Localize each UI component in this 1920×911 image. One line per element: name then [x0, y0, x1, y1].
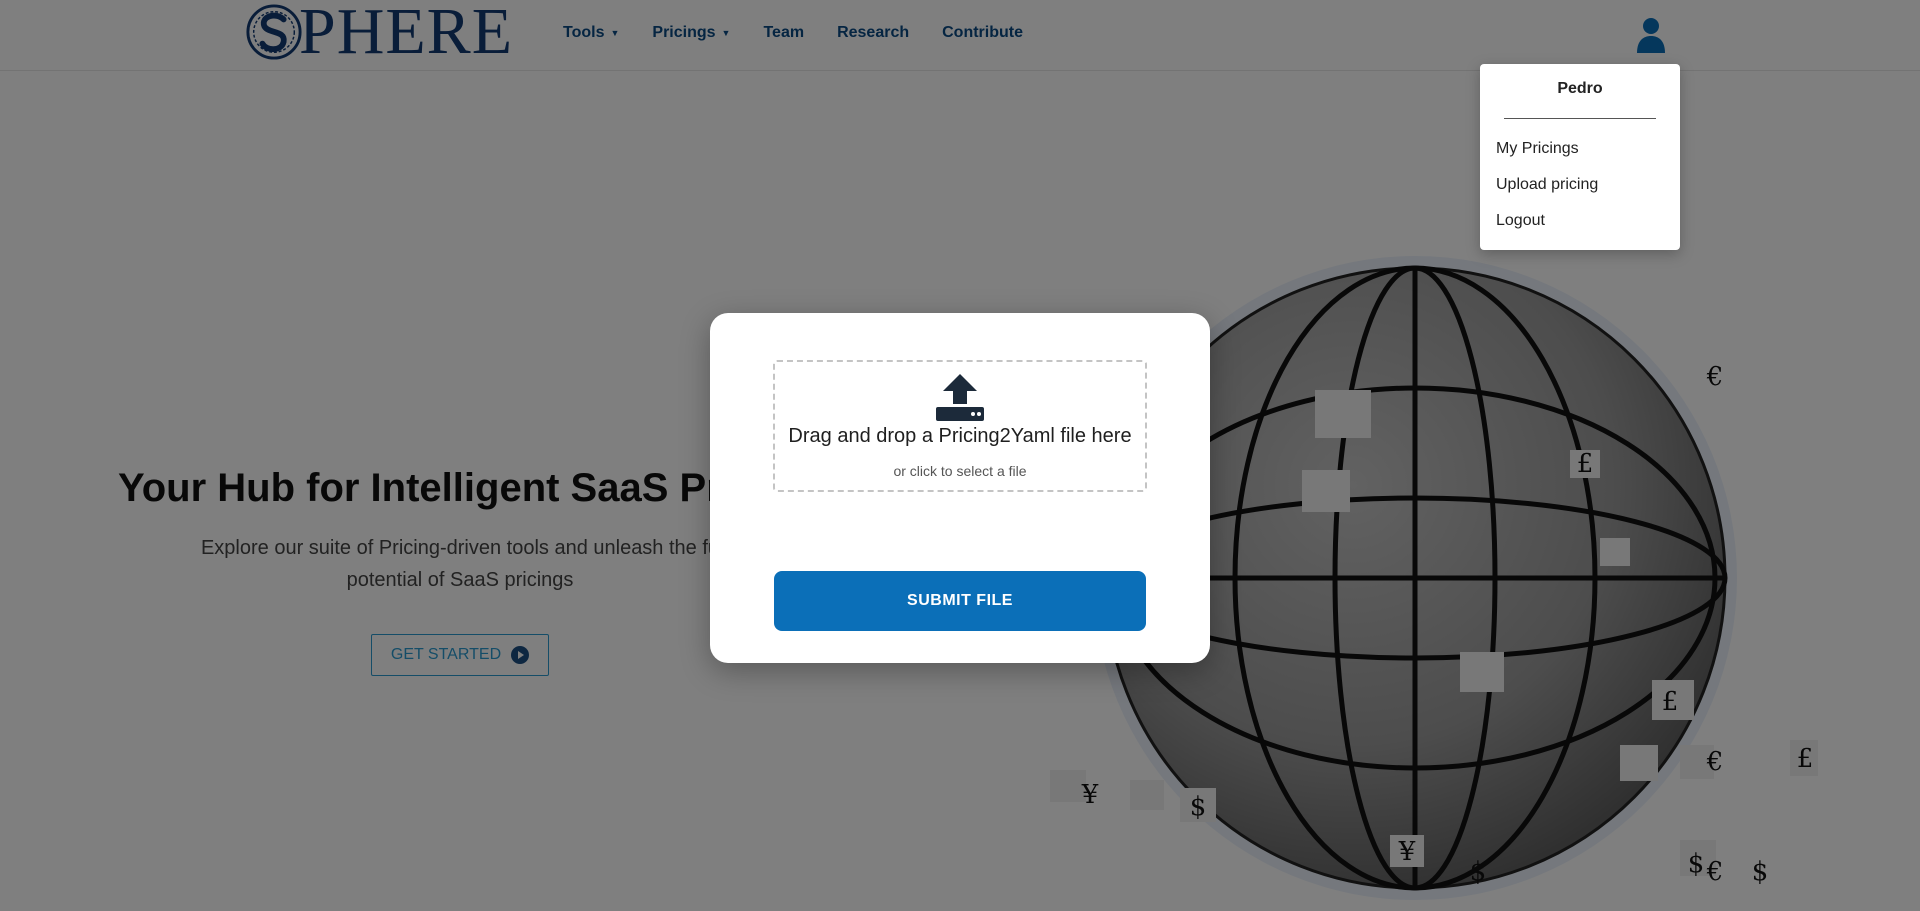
page: PHERE Tools ▼ Pricings ▼ Team Research C… — [0, 0, 1920, 911]
file-dropzone[interactable]: Drag and drop a Pricing2Yaml file here o… — [773, 360, 1147, 492]
user-dropdown-menu: Pedro My Pricings Upload pricing Logout — [1480, 64, 1680, 250]
menu-item-my-pricings[interactable]: My Pricings — [1496, 140, 1579, 158]
menu-item-logout[interactable]: Logout — [1496, 212, 1545, 230]
upload-pricing-modal: Drag and drop a Pricing2Yaml file here o… — [710, 313, 1210, 663]
submit-file-button[interactable]: SUBMIT FILE — [774, 571, 1146, 631]
menu-item-upload-pricing[interactable]: Upload pricing — [1496, 176, 1598, 194]
dropzone-title: Drag and drop a Pricing2Yaml file here — [788, 425, 1132, 447]
upload-icon — [936, 374, 984, 421]
user-name: Pedro — [1557, 80, 1603, 97]
menu-divider — [1504, 118, 1656, 119]
dropzone-subtitle: or click to select a file — [893, 463, 1027, 479]
